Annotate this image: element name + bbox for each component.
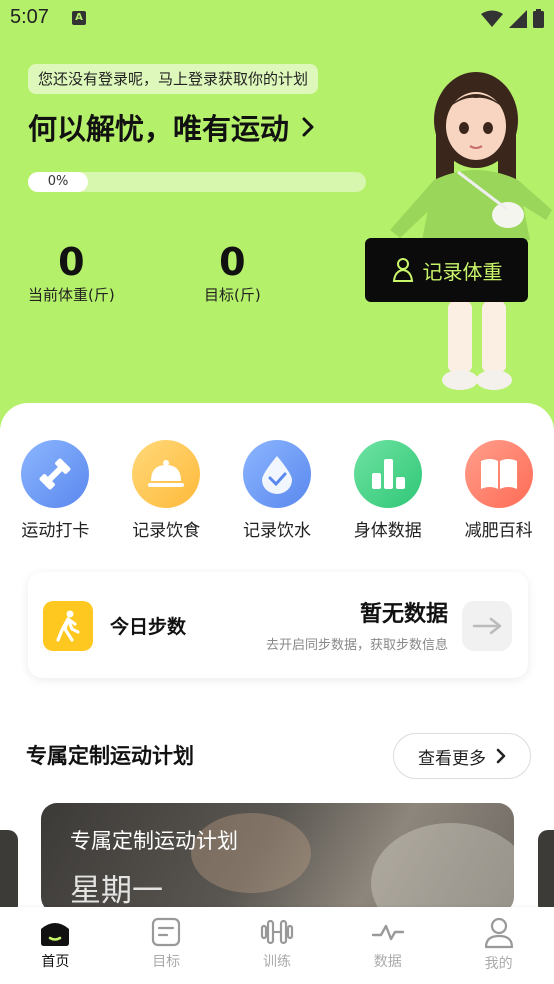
signal-icon [509,9,527,28]
current-weight-value: 0 [58,240,85,284]
plan-card[interactable]: 专属定制运动计划 星期一 [41,803,514,913]
quick-action-label: 运动打卡 [21,521,90,541]
tab-training[interactable]: 训练 [222,907,333,984]
arrow-right-icon [472,617,502,635]
wifi-icon [481,10,503,27]
slogan-link[interactable]: 何以解忧，唯有运动 [28,106,315,148]
target-weight-label: 目标(斤) [204,286,261,304]
today-steps-card[interactable]: 今日步数 暂无数据 去开启同步数据，获取步数信息 [28,572,528,678]
girl-character-illustration [390,72,552,390]
plan-card-next[interactable] [538,830,554,915]
tab-target[interactable]: 目标 [111,907,222,984]
quick-action-label: 记录饮食 [132,521,201,541]
quick-action-diet[interactable]: 记录饮食 [111,440,222,541]
view-more-button[interactable]: 查看更多 [393,733,531,779]
tab-label: 首页 [41,954,70,970]
weight-person-icon [392,258,413,282]
training-icon [260,919,294,945]
login-tip[interactable]: 您还没有登录呢，马上登录获取你的计划 [28,64,319,94]
quick-action-label: 记录饮水 [242,521,311,541]
user-icon [484,917,513,949]
notification-icon: A [72,11,86,25]
current-weight-label: 当前体重(斤) [28,286,115,304]
current-weight-stat: 0 当前体重(斤) [28,240,115,305]
record-weight-button[interactable]: 记录体重 [365,238,528,302]
bottom-tab-bar: 首页 目标 训练 数据 我的 [0,907,554,984]
steps-sync-button[interactable] [462,601,512,651]
target-icon [152,917,181,947]
plan-section-title: 专属定制运动计划 [26,744,194,768]
home-icon [41,923,70,946]
chevron-right-icon [496,748,506,764]
progress-label: 0% [28,172,88,192]
steps-value: 暂无数据 [359,602,448,627]
slogan-text: 何以解忧，唯有运动 [28,112,290,146]
steps-title: 今日步数 [110,616,187,638]
dumbbell-icon [21,440,90,508]
steps-subtitle: 去开启同步数据，获取步数信息 [265,638,448,653]
target-weight-stat: 0 目标(斤) [204,240,261,305]
plan-card-prev[interactable] [0,830,18,915]
plan-card-day: 星期一 [70,873,163,909]
record-weight-label: 记录体重 [422,259,503,284]
quick-action-label: 减肥百科 [464,521,533,541]
tab-label: 训练 [262,954,291,970]
quick-action-wiki[interactable]: 减肥百科 [443,440,554,541]
view-more-label: 查看更多 [418,748,486,769]
status-bar: 5:07 A [0,0,554,36]
walking-icon [43,601,93,651]
quick-action-exercise[interactable]: 运动打卡 [0,440,111,541]
quick-action-label: 身体数据 [353,521,422,541]
tab-label: 数据 [373,954,402,970]
target-weight-value: 0 [219,240,246,284]
tab-home[interactable]: 首页 [0,907,111,984]
quick-action-water[interactable]: 记录饮水 [222,440,333,541]
quick-action-body-data[interactable]: 身体数据 [332,440,443,541]
food-cloche-icon [132,440,201,508]
tab-label: 目标 [152,954,181,970]
water-drop-icon [242,440,311,508]
system-icons [481,9,544,28]
quick-actions: 运动打卡 记录饮食 记录饮水 身体数据 减肥百科 [0,440,554,541]
book-icon [464,440,533,508]
chevron-right-icon [302,117,314,137]
status-time: 5:07 [10,6,49,28]
tab-label: 我的 [484,956,513,972]
weight-progress-bar: 0% [28,172,366,192]
tab-profile[interactable]: 我的 [443,907,554,984]
battery-icon [533,9,544,28]
plan-card-title: 专属定制运动计划 [70,829,238,853]
bar-chart-icon [353,440,422,508]
tab-data[interactable]: 数据 [332,907,443,984]
plan-card-bg-blur [371,823,514,913]
pulse-icon [371,924,404,941]
